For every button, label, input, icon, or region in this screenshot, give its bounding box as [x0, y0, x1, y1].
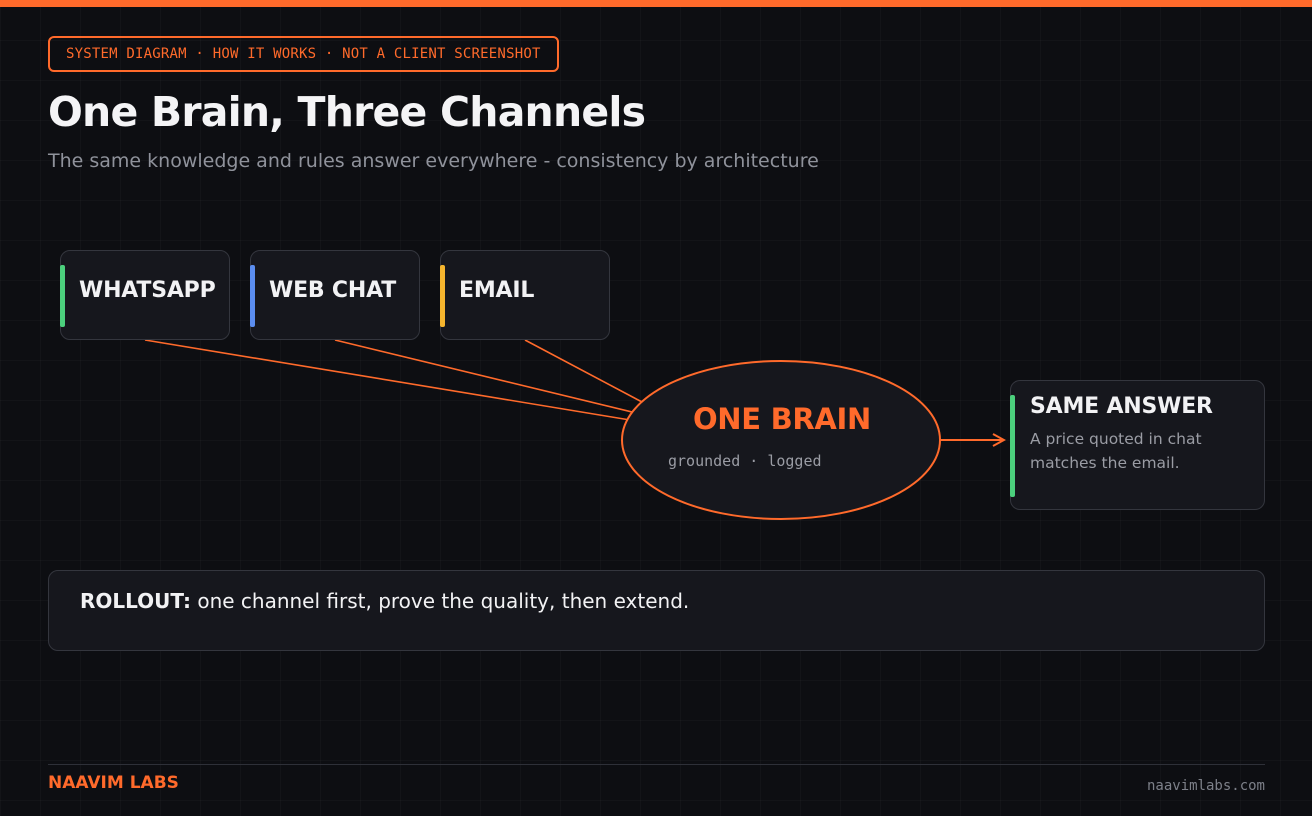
channel-card-webchat: WEB CHAT — [249, 250, 420, 340]
channel-label-webchat: WEB CHAT — [269, 278, 397, 303]
answer-card: SAME ANSWER A price quoted in chat match… — [1009, 380, 1265, 510]
channel-accent-bar — [59, 265, 65, 327]
rollout-label: ROLLOUT: — [80, 589, 191, 613]
channel-card-whatsapp: WHATSAPP — [59, 250, 230, 340]
answer-description: A price quoted in chat matches the email… — [1030, 430, 1202, 472]
site-url: naavimlabs.com — [1146, 778, 1265, 794]
rollout-body: one channel first, prove the quality, th… — [190, 589, 690, 613]
brain-subtitle: grounded · logged — [668, 452, 822, 470]
channel-accent-bar — [439, 265, 445, 327]
rollout-text: ROLLOUT: one channel first, prove the qu… — [80, 589, 689, 613]
channel-accent-bar — [249, 265, 255, 327]
rollout-banner: ROLLOUT: one channel first, prove the qu… — [48, 570, 1265, 651]
footer-divider — [48, 764, 1265, 765]
answer-title: SAME ANSWER — [1030, 394, 1213, 419]
connector-webchat — [334, 339, 637, 414]
channel-card-email: EMAIL — [439, 250, 610, 340]
brain-title: ONE BRAIN — [692, 402, 872, 436]
channel-label-whatsapp: WHATSAPP — [79, 278, 216, 303]
channel-label-email: EMAIL — [459, 278, 535, 303]
answer-accent-bar — [1009, 395, 1015, 497]
brand-name: NAAVIM LABS — [48, 773, 179, 793]
brain-node: ONE BRAIN grounded · logged — [622, 362, 940, 518]
